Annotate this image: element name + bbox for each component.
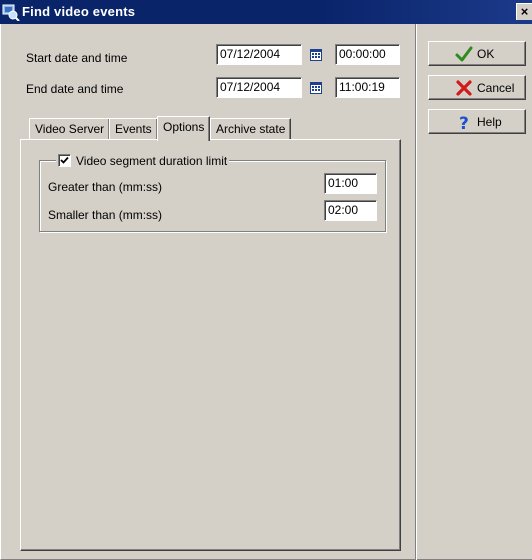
question-icon: ?: [455, 113, 473, 134]
help-button[interactable]: ? Help: [428, 109, 526, 134]
start-label: Start date and time: [26, 51, 128, 65]
app-icon: [2, 3, 20, 22]
duration-limit-legend: Video segment duration limit: [56, 153, 230, 168]
title-bar: Find video events ×: [0, 0, 532, 24]
cancel-button[interactable]: Cancel: [428, 75, 526, 100]
smaller-than-field[interactable]: 02:00: [324, 200, 377, 221]
end-date-field[interactable]: 07/12/2004: [216, 77, 302, 98]
end-time-field[interactable]: 11:00:19: [335, 77, 400, 98]
vertical-separator: [415, 24, 417, 560]
duration-limit-checkbox[interactable]: [58, 154, 71, 167]
start-date-field[interactable]: 07/12/2004: [216, 44, 302, 65]
help-label: Help: [477, 115, 502, 129]
start-calendar-icon[interactable]: [307, 46, 325, 64]
smaller-than-label: Smaller than (mm:ss): [48, 208, 163, 222]
tab-archive-state[interactable]: Archive state: [210, 118, 292, 140]
ok-label: OK: [477, 47, 495, 61]
window-title: Find video events: [22, 4, 136, 19]
end-label: End date and time: [26, 82, 124, 96]
x-icon: [455, 79, 473, 97]
greater-than-field[interactable]: 01:00: [324, 173, 377, 194]
tab-options[interactable]: Options: [157, 116, 211, 141]
end-calendar-icon[interactable]: [307, 79, 325, 97]
greater-than-label: Greater than (mm:ss): [48, 180, 163, 194]
cancel-label: Cancel: [477, 81, 515, 95]
close-button[interactable]: ×: [516, 3, 532, 20]
check-icon: [455, 45, 473, 63]
tab-video-server[interactable]: Video Server: [29, 118, 111, 140]
tab-events[interactable]: Events: [109, 118, 158, 140]
ok-button[interactable]: OK: [428, 41, 526, 66]
svg-text:?: ?: [459, 114, 469, 131]
start-time-field[interactable]: 00:00:00: [335, 44, 400, 65]
duration-limit-label: Video segment duration limit: [76, 153, 228, 168]
